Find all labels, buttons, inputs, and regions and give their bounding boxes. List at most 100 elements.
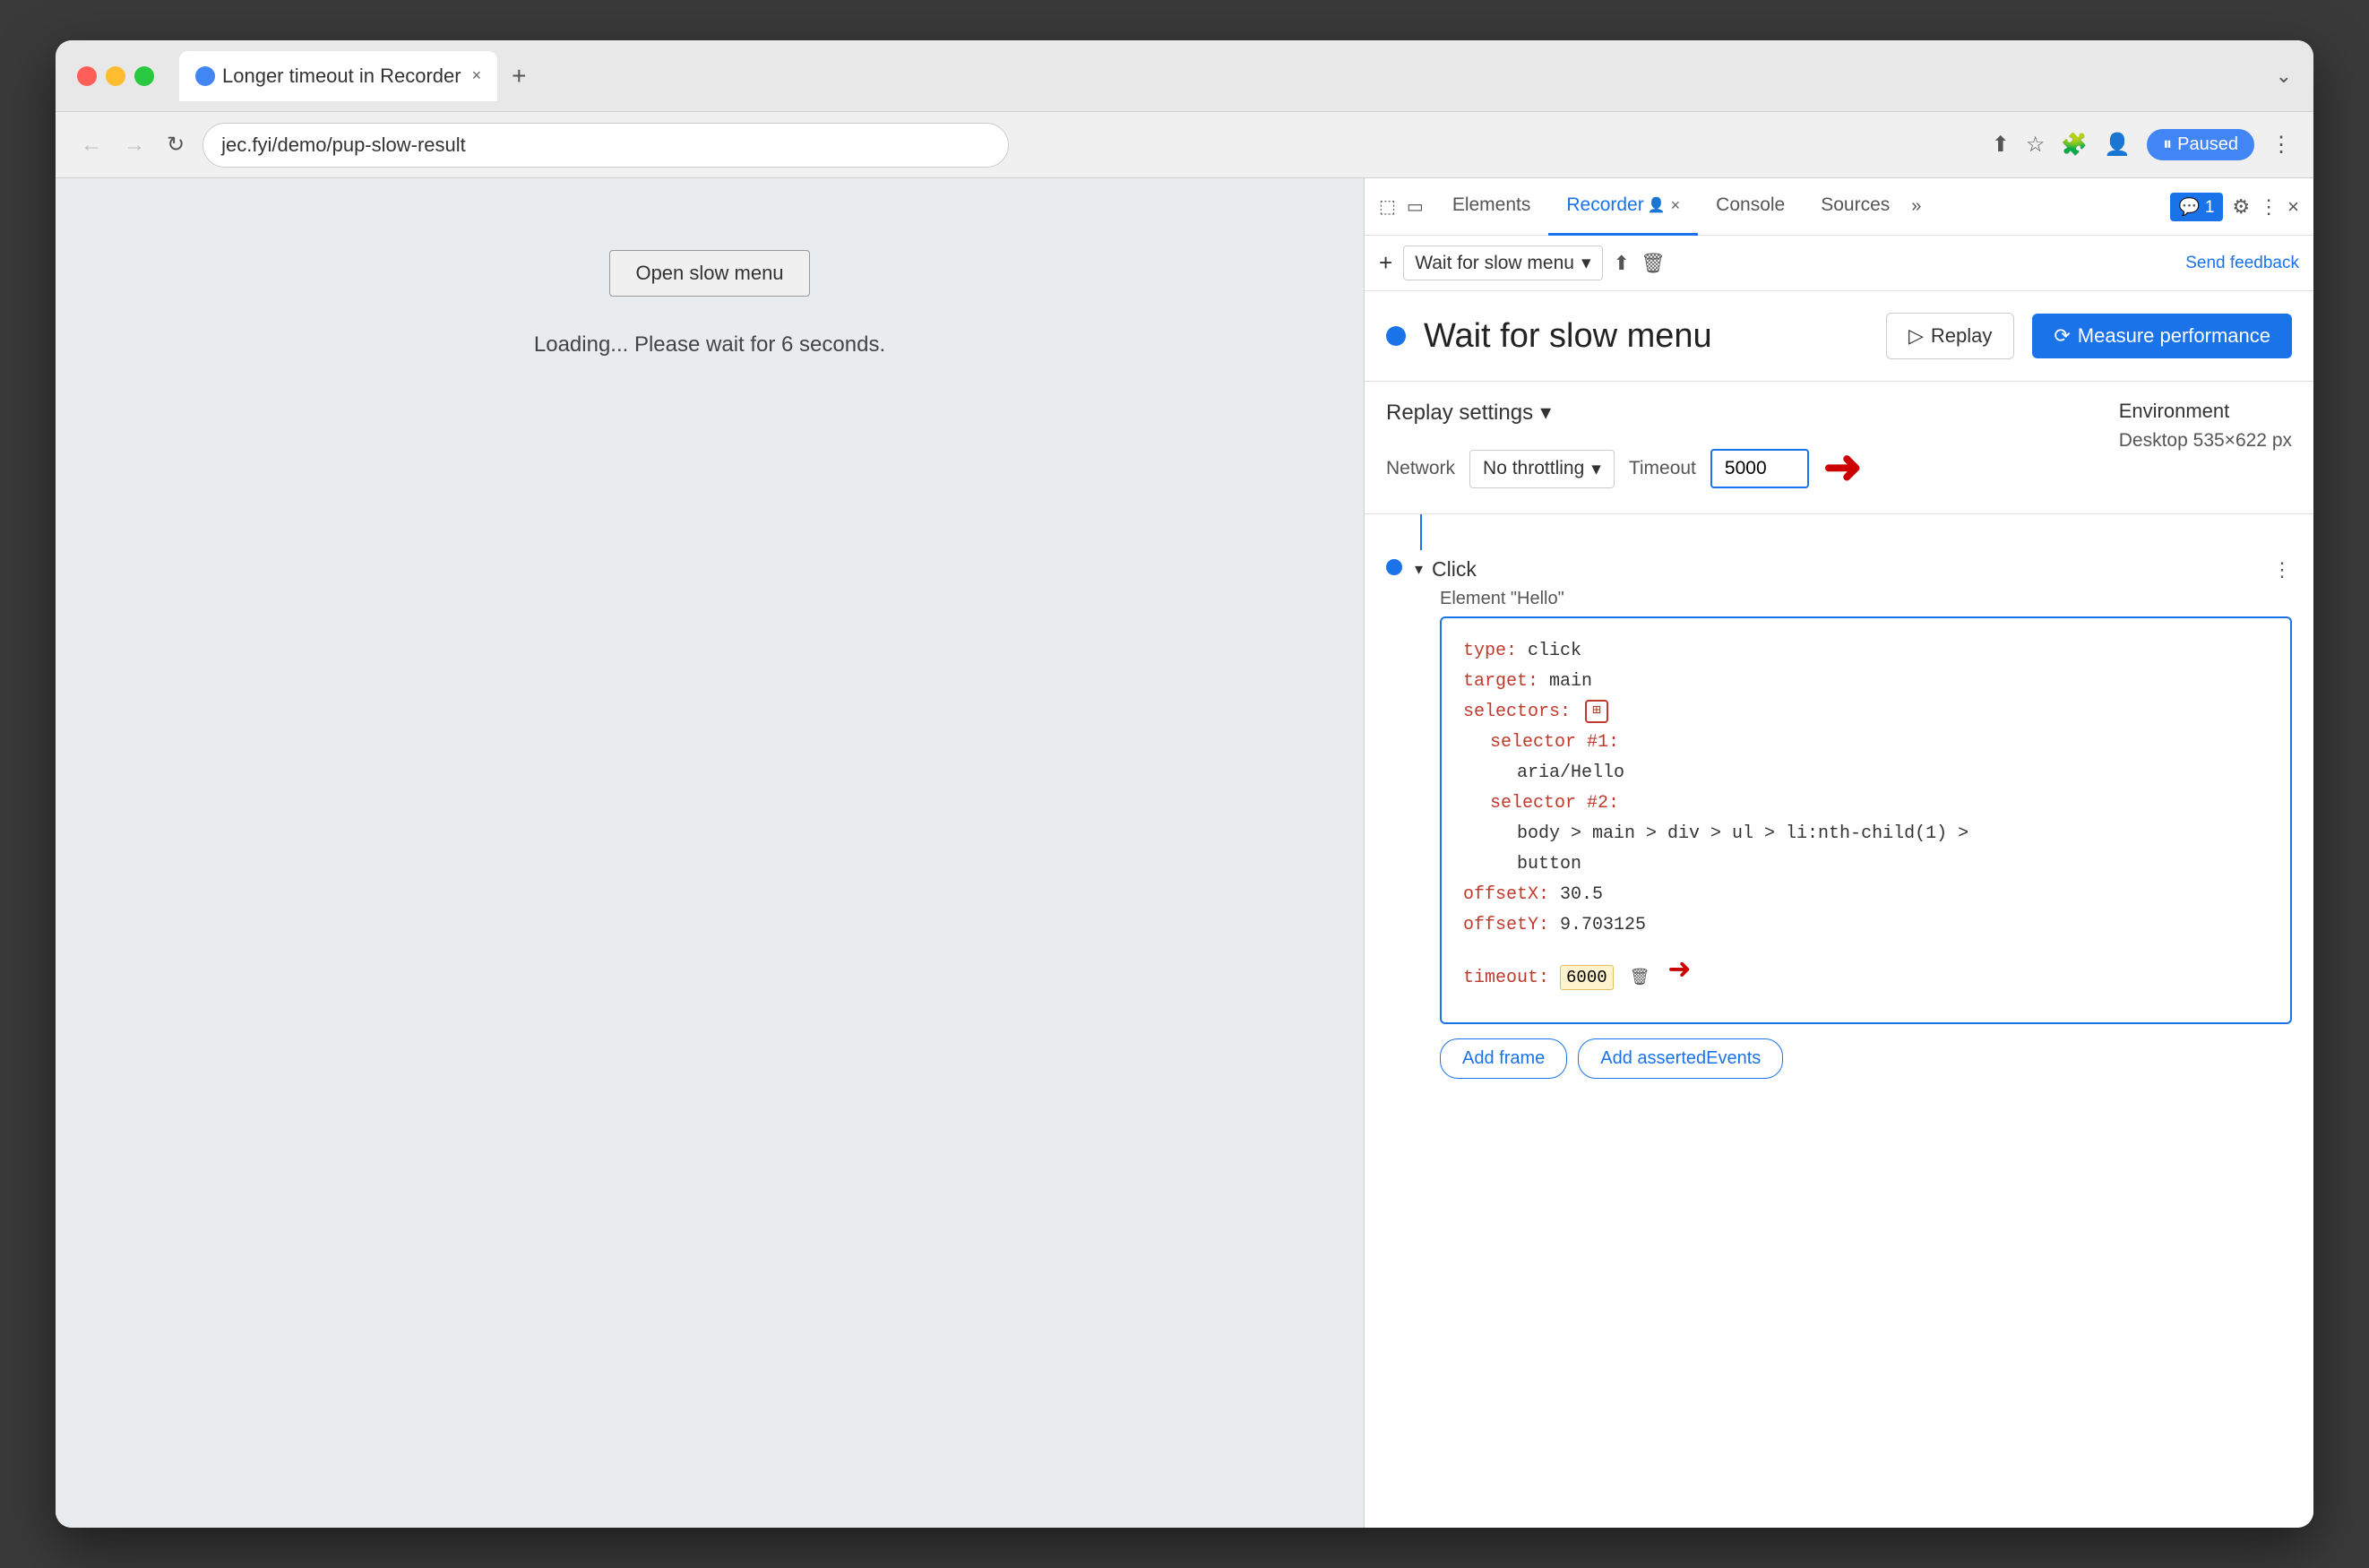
new-tab-button[interactable]: + — [504, 62, 533, 90]
bookmark-icon[interactable]: ☆ — [2026, 132, 2046, 158]
url-text: jec.fyi/demo/pup-slow-result — [221, 134, 466, 157]
nav-bar: ← → ↻ jec.fyi/demo/pup-slow-result ⬆ ☆ 🧩… — [56, 112, 2313, 178]
environment-title: Environment — [2119, 400, 2292, 423]
tab-title: Longer timeout in Recorder — [222, 65, 461, 88]
traffic-lights — [77, 66, 154, 86]
window-chevron-icon[interactable]: ⌄ — [2276, 65, 2292, 88]
throttle-select[interactable]: No throttling ▾ — [1469, 450, 1615, 488]
profile-icon[interactable]: 👤 — [2104, 132, 2131, 158]
tab-recorder[interactable]: Recorder 👤 × — [1548, 178, 1698, 236]
close-button[interactable] — [77, 66, 97, 86]
step-type: Click — [1432, 557, 1477, 582]
settings-row: Network No throttling ▾ Timeout ➜ — [1386, 442, 2083, 495]
settings-icon[interactable]: ⚙ — [2232, 195, 2250, 219]
devtools-panel: ⬚ ▭ Elements Recorder 👤 × Console Source… — [1364, 178, 2313, 1528]
browser-window: Longer timeout in Recorder × + ⌄ ← → ↻ j… — [56, 40, 2313, 1528]
export-icon[interactable]: ⬆ — [1614, 252, 1630, 275]
replay-settings-left: Replay settings ▾ Network No throttling … — [1386, 400, 2083, 495]
step-description: Element "Hello" — [1440, 589, 2292, 609]
timeout-input[interactable] — [1710, 449, 1809, 488]
tab-elements[interactable]: Elements — [1434, 178, 1549, 236]
code-line-offsetX: offsetX: 30.5 — [1463, 880, 2269, 910]
extensions-icon[interactable]: 🧩 — [2061, 132, 2088, 158]
recording-title: Wait for slow menu — [1424, 317, 1868, 356]
add-asserted-events-button[interactable]: Add assertedEvents — [1578, 1038, 1783, 1079]
play-icon: ▷ — [1908, 324, 1924, 348]
replay-button[interactable]: ▷ Replay — [1886, 313, 2014, 359]
network-label: Network — [1386, 458, 1455, 479]
code-line-offsetY: offsetY: 9.703125 — [1463, 910, 2269, 941]
code-line-selectors: selectors: ⊞ — [1463, 697, 2269, 728]
tab-sources[interactable]: Sources — [1803, 178, 1908, 236]
loading-text: Loading... Please wait for 6 seconds. — [534, 332, 885, 358]
send-feedback-link[interactable]: Send feedback — [2185, 254, 2299, 273]
step-connector — [1420, 514, 1422, 550]
browser-menu-icon[interactable]: ⋮ — [2270, 132, 2292, 158]
replay-settings-section: Replay settings ▾ Network No throttling … — [1365, 382, 2313, 514]
recorder-content: Wait for slow menu ▷ Replay ⟳ Measure pe… — [1365, 291, 2313, 1528]
browser-tab[interactable]: Longer timeout in Recorder × — [179, 51, 497, 101]
inspect-icon[interactable]: ⬚ — [1379, 195, 1396, 218]
device-icon[interactable]: ▭ — [1407, 195, 1424, 218]
environment-section: Environment Desktop 535×622 px — [2119, 400, 2292, 452]
delete-recording-icon[interactable]: 🗑 — [1641, 252, 1666, 275]
add-frame-button[interactable]: Add frame — [1440, 1038, 1567, 1079]
tab-close-icon[interactable]: × — [472, 66, 482, 85]
selector-record-icon: ⊞ — [1585, 700, 1608, 723]
code-line-type: type: click — [1463, 636, 2269, 667]
add-recording-button[interactable]: + — [1379, 249, 1392, 277]
step-menu-button[interactable]: ⋮ — [2272, 558, 2292, 582]
reload-button[interactable]: ↻ — [163, 128, 188, 161]
fullscreen-button[interactable] — [134, 66, 154, 86]
code-line-selector2-val2: button — [1463, 849, 2269, 880]
minimize-button[interactable] — [106, 66, 125, 86]
back-button[interactable]: ← — [77, 129, 106, 161]
devtools-tab-icons: ⬚ ▭ — [1379, 195, 1424, 218]
recorder-header: Wait for slow menu ▷ Replay ⟳ Measure pe… — [1365, 291, 2313, 382]
paused-badge[interactable]: ⏸ Paused — [2147, 129, 2254, 160]
red-arrow-icon: ➜ — [1823, 442, 1863, 495]
timeout-delete-icon[interactable]: 🗑 — [1630, 969, 1650, 987]
title-bar: Longer timeout in Recorder × + ⌄ — [56, 40, 2313, 112]
measure-icon: ⟳ — [2054, 324, 2070, 348]
devtools-menu-icon[interactable]: ⋮ — [2259, 195, 2279, 219]
code-line-timeout: timeout: 6000 🗑 ➜ — [1463, 941, 2269, 1004]
code-block: type: click target: main selectors: ⊞ — [1440, 616, 2292, 1024]
step-expand-icon[interactable]: ▾ — [1415, 560, 1423, 579]
tab-bar: Longer timeout in Recorder × + — [179, 51, 2261, 101]
step-content: ▾ Click ⋮ Element "Hello" type: click — [1415, 550, 2292, 1093]
environment-value: Desktop 535×622 px — [2119, 430, 2292, 452]
devtools-more-tabs-icon[interactable]: » — [1911, 196, 1921, 217]
devtools-toolbar: + Wait for slow menu ▾ ⬆ 🗑 Send feedback — [1365, 236, 2313, 291]
open-slow-menu-button[interactable]: Open slow menu — [609, 250, 809, 297]
step-title-row: ▾ Click ⋮ — [1415, 550, 2292, 589]
share-icon[interactable]: ⬆ — [1992, 132, 2010, 158]
address-bar[interactable]: jec.fyi/demo/pup-slow-result — [202, 123, 1009, 168]
tab-recorder-close-icon[interactable]: × — [1671, 196, 1681, 215]
nav-icons-right: ⬆ ☆ 🧩 👤 ⏸ Paused ⋮ — [1992, 129, 2292, 160]
content-area: Open slow menu Loading... Please wait fo… — [56, 178, 2313, 1528]
page-content: Open slow menu Loading... Please wait fo… — [56, 178, 1364, 1528]
throttle-value: No throttling — [1483, 458, 1584, 479]
timeout-value-highlight[interactable]: 6000 — [1560, 965, 1614, 990]
recording-selector-text: Wait for slow menu — [1415, 253, 1574, 274]
pause-icon: ⏸ — [2163, 134, 2172, 155]
steps-area: ▾ Click ⋮ Element "Hello" type: click — [1365, 514, 2313, 1528]
recorder-person-icon: 👤 — [1648, 196, 1666, 214]
forward-button[interactable]: → — [120, 129, 149, 161]
devtools-close-icon[interactable]: × — [2287, 195, 2299, 219]
chat-badge[interactable]: 💬 1 — [2170, 193, 2224, 221]
code-line-selector2-val: body > main > div > ul > li:nth-child(1)… — [1463, 819, 2269, 849]
tab-console[interactable]: Console — [1698, 178, 1803, 236]
replay-settings-title[interactable]: Replay settings ▾ — [1386, 400, 2083, 426]
red-arrow-small-icon: ➜ — [1668, 951, 1691, 994]
step-item: ▾ Click ⋮ Element "Hello" type: click — [1386, 550, 2292, 1093]
settings-dropdown-icon: ▾ — [1540, 400, 1551, 426]
step-dot — [1386, 559, 1402, 575]
selector-dropdown-icon: ▾ — [1581, 252, 1591, 274]
measure-performance-button[interactable]: ⟳ Measure performance — [2032, 314, 2292, 358]
paused-label: Paused — [2177, 134, 2238, 155]
recording-selector[interactable]: Wait for slow menu ▾ — [1403, 246, 1602, 280]
step-actions: Add frame Add assertedEvents — [1440, 1038, 2292, 1079]
recording-title-row: Wait for slow menu ▷ Replay ⟳ Measure pe… — [1386, 313, 2292, 359]
